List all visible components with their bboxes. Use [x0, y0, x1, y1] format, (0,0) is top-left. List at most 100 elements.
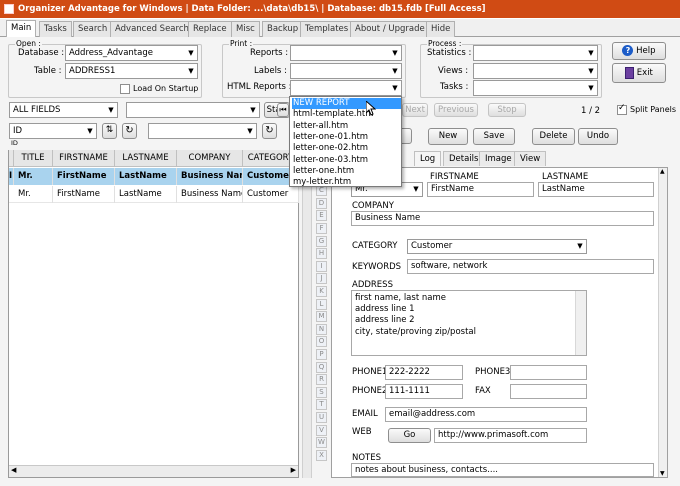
alpha-index-button[interactable]: G [316, 235, 327, 247]
alpha-index-button[interactable]: K [316, 286, 327, 297]
alpha-index-button[interactable]: E [316, 210, 327, 222]
save-button[interactable]: Save [473, 128, 515, 145]
table-label: Table : [34, 66, 62, 76]
tab-advanced-search[interactable]: Advanced Search [110, 21, 194, 37]
column-company[interactable]: COMPANY [177, 150, 243, 167]
alpha-index-button[interactable]: N [316, 323, 327, 335]
tasks-select[interactable]: ▼ [473, 80, 598, 96]
alpha-index-button[interactable]: D [316, 197, 327, 209]
tab-replace[interactable]: Replace [188, 21, 232, 37]
fax-field[interactable] [510, 384, 587, 399]
html-report-option[interactable]: letter-one.htm [292, 166, 401, 177]
tab-misc[interactable]: Misc [231, 21, 260, 37]
alpha-index-button[interactable]: H [316, 248, 327, 260]
tasks-label: Tasks : [440, 82, 469, 92]
reports-select[interactable]: ▼ [290, 45, 402, 61]
lastname-field[interactable]: LastName [538, 182, 654, 197]
alpha-index-button[interactable]: M [316, 311, 327, 323]
html-report-option[interactable]: html-template.htm [292, 109, 401, 120]
column-title[interactable]: TITLE [14, 150, 53, 167]
tab-search[interactable]: Search [73, 21, 113, 37]
address-scrollbar[interactable] [575, 291, 586, 355]
phone3-field[interactable] [510, 365, 587, 380]
exit-button[interactable]: Exit [612, 63, 666, 83]
new-button[interactable]: New [428, 128, 468, 145]
tab-backup[interactable]: Backup [262, 21, 304, 37]
web-field[interactable]: http://www.primasoft.com [434, 428, 587, 443]
tab-log[interactable]: Log [414, 151, 442, 166]
phone2-field[interactable]: 111-1111 [385, 384, 463, 399]
previous-button[interactable]: Previous [434, 103, 478, 117]
load-on-startup-checkbox[interactable] [120, 84, 130, 94]
search-text-combo[interactable]: ▼ [126, 102, 260, 118]
category-select[interactable]: Customer ▼ [407, 239, 587, 254]
tab-hide[interactable]: Hide [426, 21, 456, 37]
email-field[interactable]: email@address.com [385, 407, 587, 422]
form-vertical-scrollbar[interactable]: ▲ ▼ [658, 168, 667, 477]
html-report-option[interactable]: letter-one-02.htm [292, 143, 401, 154]
labels-select[interactable]: ▼ [290, 63, 402, 79]
next-button[interactable]: Next [402, 103, 428, 117]
html-report-option[interactable]: letter-all.htm [292, 121, 401, 132]
alpha-index-button[interactable]: I [316, 260, 327, 272]
views-select[interactable]: ▼ [473, 63, 598, 79]
sort-order-button[interactable]: ⇅ [102, 123, 117, 139]
tab-main[interactable]: Main [6, 20, 37, 38]
html-report-option[interactable]: letter-one-01.htm [292, 132, 401, 143]
alpha-index-button[interactable]: R [316, 374, 327, 386]
help-icon: ? [622, 45, 634, 56]
grid-horizontal-scrollbar[interactable]: ◀ ▶ [9, 465, 298, 477]
cell-company: Business Name [177, 186, 243, 203]
splitter-handle[interactable] [302, 150, 312, 478]
tab-tasks[interactable]: Tasks [39, 21, 72, 37]
open-group-title: Open : [15, 39, 42, 48]
column-firstname[interactable]: FIRSTNAME [53, 150, 115, 167]
alpha-index-button[interactable]: J [316, 273, 327, 285]
html-report-option[interactable]: letter-one-03.htm [292, 155, 401, 166]
search-field-select[interactable]: ALL FIELDS ▼ [9, 102, 118, 118]
alpha-index-button[interactable]: L [316, 298, 327, 310]
alpha-index-button[interactable]: O [316, 336, 327, 348]
undo-button[interactable]: Undo [578, 128, 618, 145]
stop-button[interactable]: Stop [488, 103, 526, 117]
alpha-index-button[interactable]: S [316, 386, 327, 398]
filter-select[interactable]: ▼ [148, 123, 257, 139]
tab-view[interactable]: View [514, 151, 547, 166]
notes-field[interactable]: notes about business, contacts.... [351, 463, 654, 477]
tab-image[interactable]: Image [479, 151, 518, 166]
go-button[interactable]: Go [388, 428, 431, 443]
firstname-field[interactable]: FirstName [427, 182, 534, 197]
column-lastname[interactable]: LASTNAME [115, 150, 177, 167]
alpha-index-button[interactable]: V [316, 424, 327, 436]
delete-button[interactable]: Delete [532, 128, 575, 145]
alpha-index-button[interactable]: X [316, 449, 327, 461]
first-record-button[interactable]: ⏮ [277, 103, 289, 117]
html-report-option[interactable]: my-letter.htm [292, 177, 401, 188]
table-select[interactable]: ADDRESS1 ▼ [65, 63, 198, 79]
split-panels-label: Split Panels [630, 105, 677, 114]
cell-title: Mr. [14, 168, 53, 185]
sort-field-select[interactable]: ID ▼ [9, 123, 97, 139]
company-field[interactable]: Business Name [351, 211, 654, 226]
refresh-sort-button[interactable]: ↻ [122, 123, 137, 139]
help-button[interactable]: ? Help [612, 42, 666, 60]
phone1-field[interactable]: 222-2222 [385, 365, 463, 380]
alpha-index-button[interactable]: F [316, 223, 327, 234]
alpha-index-button[interactable]: Q [316, 361, 327, 373]
phone3-label: PHONE3 [475, 367, 511, 377]
refresh-filter-button[interactable]: ↻ [262, 123, 277, 139]
alpha-index-button[interactable]: P [316, 349, 327, 360]
statistics-select[interactable]: ▼ [473, 45, 598, 61]
html-reports-select[interactable]: ▼ [290, 80, 402, 96]
alpha-index-button[interactable]: T [316, 399, 327, 411]
html-report-option[interactable]: NEW REPORT [292, 98, 401, 110]
address-line: address line 1 [355, 304, 415, 315]
split-panels-checkbox[interactable] [617, 103, 627, 115]
alpha-index-button[interactable]: W [316, 437, 327, 449]
alpha-index-button[interactable]: U [316, 412, 327, 423]
keywords-field[interactable]: software, network [407, 259, 654, 274]
tab-about-upgrade[interactable]: About / Upgrade [350, 21, 430, 37]
tab-templates[interactable]: Templates [300, 21, 354, 37]
database-select[interactable]: Address_Advantage ▼ [65, 45, 198, 61]
address-textarea[interactable]: first name, last name address line 1 add… [351, 290, 587, 356]
